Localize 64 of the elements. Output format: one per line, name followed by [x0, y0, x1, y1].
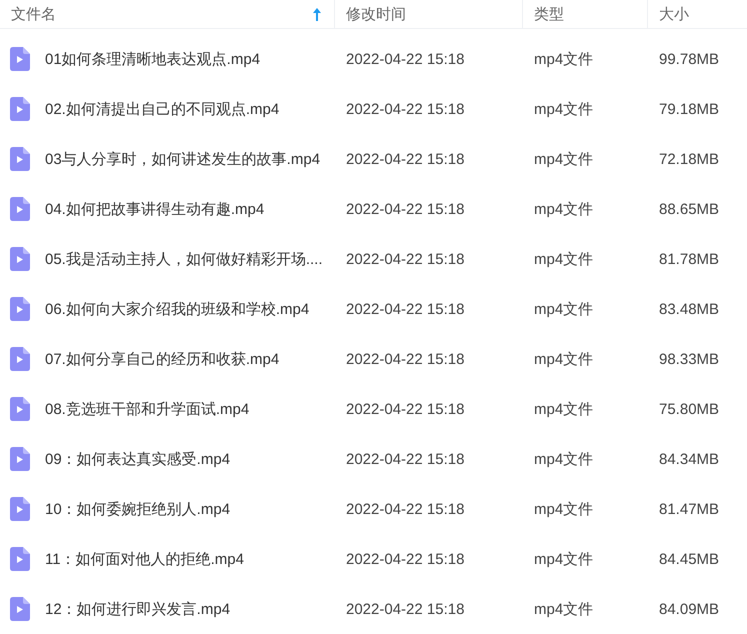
- file-name[interactable]: 06.如何向大家介绍我的班级和学校.mp4: [45, 300, 310, 318]
- file-name[interactable]: 03与人分享时，如何讲述发生的故事.mp4: [45, 150, 320, 168]
- video-file-icon: [10, 297, 30, 321]
- file-type: mp4文件: [533, 150, 594, 168]
- file-type: mp4文件: [533, 350, 594, 368]
- file-type: mp4文件: [533, 300, 594, 318]
- file-size: 84.34MB: [658, 450, 720, 468]
- file-name[interactable]: 11：如何面对他人的拒绝.mp4: [45, 550, 244, 568]
- modified-time: 2022-04-22 15:18: [345, 500, 466, 518]
- modified-time: 2022-04-22 15:18: [345, 50, 466, 68]
- column-header[interactable]: 修改时间: [346, 5, 406, 24]
- file-name[interactable]: 10：如何委婉拒绝别人.mp4: [45, 500, 230, 518]
- column-header[interactable]: 大小: [659, 5, 689, 24]
- video-file-icon: [10, 197, 30, 221]
- modified-time: 2022-04-22 15:18: [345, 150, 466, 168]
- modified-time: 2022-04-22 15:18: [345, 250, 466, 268]
- modified-time: 2022-04-22 15:18: [345, 550, 466, 568]
- file-name[interactable]: 12：如何进行即兴发言.mp4: [45, 600, 230, 618]
- file-name[interactable]: 04.如何把故事讲得生动有趣.mp4: [45, 200, 264, 218]
- video-file-icon: [10, 497, 30, 521]
- video-file-icon: [10, 47, 30, 71]
- file-type: mp4文件: [533, 550, 594, 568]
- file-name[interactable]: 08.竞选班干部和升学面试.mp4: [45, 400, 250, 418]
- file-type: mp4文件: [533, 100, 594, 118]
- video-file-icon: [10, 547, 30, 571]
- file-size: 72.18MB: [658, 150, 720, 168]
- modified-time: 2022-04-22 15:18: [345, 350, 466, 368]
- file-size: 83.48MB: [658, 300, 720, 318]
- video-file-icon: [10, 397, 30, 421]
- modified-time: 2022-04-22 15:18: [345, 200, 466, 218]
- column-header[interactable]: 类型: [534, 5, 564, 24]
- file-size: 98.33MB: [658, 350, 720, 368]
- file-size: 79.18MB: [658, 100, 720, 118]
- video-file-icon: [10, 147, 30, 171]
- file-size: 88.65MB: [658, 200, 720, 218]
- file-type: mp4文件: [533, 250, 594, 268]
- file-size: 99.78MB: [658, 50, 720, 68]
- video-file-icon: [10, 97, 30, 121]
- file-size: 84.45MB: [658, 550, 720, 568]
- video-file-icon: [10, 347, 30, 371]
- column-header[interactable]: 文件名: [11, 5, 56, 24]
- file-type: mp4文件: [533, 600, 594, 618]
- file-name[interactable]: 09：如何表达真实感受.mp4: [45, 450, 230, 468]
- file-name[interactable]: 05.我是活动主持人，如何做好精彩开场....: [45, 250, 323, 268]
- file-type: mp4文件: [533, 50, 594, 68]
- file-size: 75.80MB: [658, 400, 720, 418]
- file-type: mp4文件: [533, 500, 594, 518]
- video-file-icon: [10, 247, 30, 271]
- file-type: mp4文件: [533, 200, 594, 218]
- video-file-icon: [10, 597, 30, 621]
- file-name[interactable]: 01如何条理清晰地表达观点.mp4: [45, 50, 260, 68]
- modified-time: 2022-04-22 15:18: [345, 100, 466, 118]
- file-size: 81.47MB: [658, 500, 720, 518]
- file-type: mp4文件: [533, 400, 594, 418]
- video-file-icon: [10, 447, 30, 471]
- modified-time: 2022-04-22 15:18: [345, 300, 466, 318]
- file-size: 81.78MB: [658, 250, 720, 268]
- file-size: 84.09MB: [658, 600, 720, 618]
- file-name[interactable]: 02.如何清提出自己的不同观点.mp4: [45, 100, 280, 118]
- file-name[interactable]: 07.如何分享自己的经历和收获.mp4: [45, 350, 280, 368]
- modified-time: 2022-04-22 15:18: [345, 600, 466, 618]
- modified-time: 2022-04-22 15:18: [345, 400, 466, 418]
- modified-time: 2022-04-22 15:18: [345, 450, 466, 468]
- file-type: mp4文件: [533, 450, 594, 468]
